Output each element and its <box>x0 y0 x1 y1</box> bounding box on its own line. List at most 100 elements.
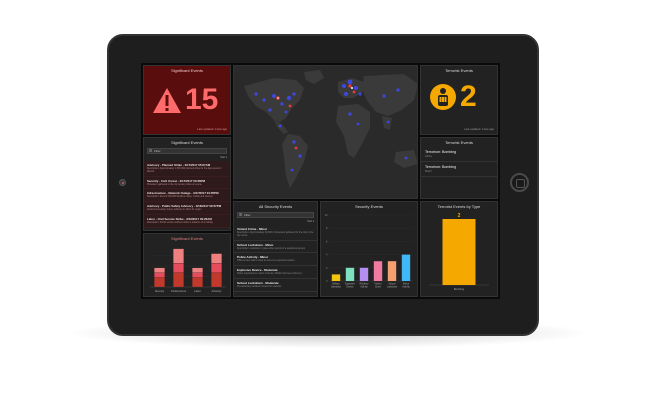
terrorist-count: 2 <box>460 80 477 113</box>
x-tick-label: Operation <box>331 286 342 289</box>
filter-icon: ☰ <box>149 149 153 153</box>
list-item[interactable]: Labor - Civil Service Strike - 3/16/2017… <box>144 214 230 228</box>
list-item[interactable]: Security - Civil Unrest - 3/17/2017 03:2… <box>144 176 230 190</box>
bar-segment <box>211 263 222 273</box>
significant-events-chart: Significant Events Security Infrastructur… <box>143 233 231 297</box>
bar-segment <box>192 267 203 273</box>
list-item[interactable]: Explosive Device - Moderate Police respo… <box>234 266 317 279</box>
terrorist-type-chart-svg[interactable]: 2 Bombing <box>421 209 497 295</box>
list-item-desc: Description: Recent 500,000 Muslims rall… <box>147 196 213 199</box>
bar <box>442 219 476 285</box>
chart-title: Security Events <box>355 204 383 209</box>
list-item-title: Infrastructure - Network Outage - 3/17/2… <box>147 191 219 196</box>
bar-segment <box>154 272 165 278</box>
filter-placeholder: Filter <box>154 149 161 153</box>
x-tick-label: Police <box>403 284 410 286</box>
world-map[interactable] <box>233 65 418 199</box>
list-item-title: School Lockdown - Moderate <box>237 280 279 285</box>
x-tick-label: School <box>388 284 396 286</box>
list-item-title: Police Activity - Minor <box>237 255 269 260</box>
x-tick-label: Crime <box>375 286 382 289</box>
panel-title: Terrorist Events <box>445 68 473 73</box>
bar <box>401 254 411 281</box>
y-tick-label: 10 <box>325 213 328 217</box>
list-item[interactable]: Terrorism: Bombing Brazil <box>421 162 497 177</box>
panel-title: Significant Events <box>171 140 203 145</box>
bar-segment <box>192 272 203 278</box>
list-item-desc: Police responded to report of device, MA… <box>237 273 302 276</box>
bar-segment <box>211 253 222 264</box>
filter-input[interactable]: ☰ Filter <box>147 148 227 154</box>
list-item-desc: Description: Approximately 20,000 of pro… <box>237 232 314 237</box>
significant-chart-svg[interactable]: Security Infrastructure Labor Advisory <box>144 241 230 295</box>
x-tick-label: Labor <box>194 289 201 293</box>
list-item[interactable]: Infrastructure - Network Outage - 3/17/2… <box>144 189 230 203</box>
list-item-desc: Precautionary lockdown issued for studen… <box>237 285 282 288</box>
significant-events-list: Significant Events ☰ Filter Sort ▾ Advis… <box>143 137 231 231</box>
list-item[interactable]: Police Activity - Minor Officers have ha… <box>234 253 317 267</box>
x-tick-label: Activity <box>360 286 368 289</box>
security-events-chart: Security Events 0 2 4 6 8 10 Military Operation… <box>320 201 418 297</box>
last-updated-text: Last updated: a few ago <box>464 127 494 131</box>
terrorist-events-indicator[interactable]: Terrorist Events 2 Last updated: a few a… <box>420 65 498 135</box>
panel-title: All Security Events <box>258 204 293 209</box>
list-item-desc: Description: Approximately 1,500,000 pla… <box>147 168 222 173</box>
data-label: 2 <box>458 213 461 219</box>
list-item-desc: Description: Public service workers stri… <box>147 221 213 224</box>
list-item-title: Labor - Civil Service Strike - 3/16/2017… <box>147 216 212 221</box>
list-item-title: Advisory - Public Safety Advisory - 3/16… <box>147 204 222 209</box>
list-item[interactable]: School Lockdown - Minor Description: Loc… <box>234 241 317 254</box>
list-item-sub: Brazil <box>425 170 432 173</box>
significant-events-indicator[interactable]: Significant Events 15 Last updated: a fe… <box>143 65 231 135</box>
x-tick-label: Advisory <box>212 289 223 293</box>
filter-icon: ☰ <box>239 213 243 217</box>
last-updated-text: Last updated: a few ago <box>197 127 227 131</box>
list-item-desc: Avoid unnecessary travel, advisory in ef… <box>147 209 202 212</box>
list-item[interactable]: Terrorism: Bombing Africa <box>421 147 497 162</box>
bar <box>345 267 355 281</box>
bar-segment <box>173 263 184 273</box>
x-tick-label: Explosive <box>345 284 356 286</box>
bomb-person-icon <box>430 84 456 110</box>
terrorist-events-list: Terrorist Events Terrorism: Bombing Afri… <box>420 137 498 199</box>
dashboard-screen: Significant Events 15 Last updated: a fe… <box>141 63 500 299</box>
y-tick-label: 6 <box>326 239 328 243</box>
x-tick-label: Security <box>155 289 165 293</box>
x-tick-label: Activity <box>402 286 410 289</box>
terrorist-events-by-type-chart: Terrorist Events by Type 2 Bombing <box>420 201 498 297</box>
filter-input[interactable]: ☰ Filter <box>237 212 314 218</box>
warning-triangle-icon <box>153 87 181 113</box>
chart-title: Terrorist Events by Type <box>437 204 481 209</box>
x-tick-label: Violent <box>375 283 382 286</box>
bar-segment <box>154 267 165 273</box>
list-item[interactable]: Advisory - Planned Strike - 3/17/2017 05… <box>144 161 230 177</box>
list-item[interactable]: School Lockdown - Moderate Precautionary… <box>234 279 317 292</box>
list-item[interactable]: Violent Crime - Minor Description: Appro… <box>234 225 317 241</box>
map-canvas[interactable] <box>234 66 418 199</box>
x-tick-label: Robbery <box>360 283 370 286</box>
x-tick-label: Device <box>346 287 354 289</box>
y-tick-label: 8 <box>326 226 328 230</box>
chart-title: Significant Events <box>171 236 203 241</box>
list-item-title: School Lockdown - Minor <box>237 242 274 247</box>
home-button[interactable] <box>510 173 529 192</box>
list-item[interactable]: Advisory - Public Safety Advisory - 3/16… <box>144 202 230 215</box>
list-item-title: Terrorism: Bombing <box>425 150 457 154</box>
bar-segment <box>211 272 222 288</box>
panel-title: Significant Events <box>171 68 203 73</box>
list-item-desc: Protesters gathered in the city center, … <box>147 183 202 186</box>
filter-placeholder: Filter <box>244 213 251 217</box>
x-tick-label: Military <box>332 283 340 286</box>
list-item-desc: Description: Lockdown in place after rep… <box>237 247 306 250</box>
list-item-title: Terrorism: Bombing <box>425 165 457 169</box>
bar-segment <box>154 277 165 288</box>
bar-segment <box>192 277 203 288</box>
bar-segment <box>173 272 184 288</box>
list-item-desc: Officers have had to clear an area on a … <box>237 260 295 263</box>
bar <box>331 274 341 281</box>
security-chart-svg[interactable]: 0 2 4 6 8 10 MilitaryOperationExplosiveDevice R… <box>321 209 417 295</box>
list-item-sub: Africa <box>425 155 432 158</box>
all-security-events-list: All Security Events ☰ Filter Sort ▾ Viol… <box>233 201 318 297</box>
y-tick-label: 4 <box>326 253 328 257</box>
list-item-title: Security - Civil Unrest - 3/17/2017 03:2… <box>147 178 206 183</box>
